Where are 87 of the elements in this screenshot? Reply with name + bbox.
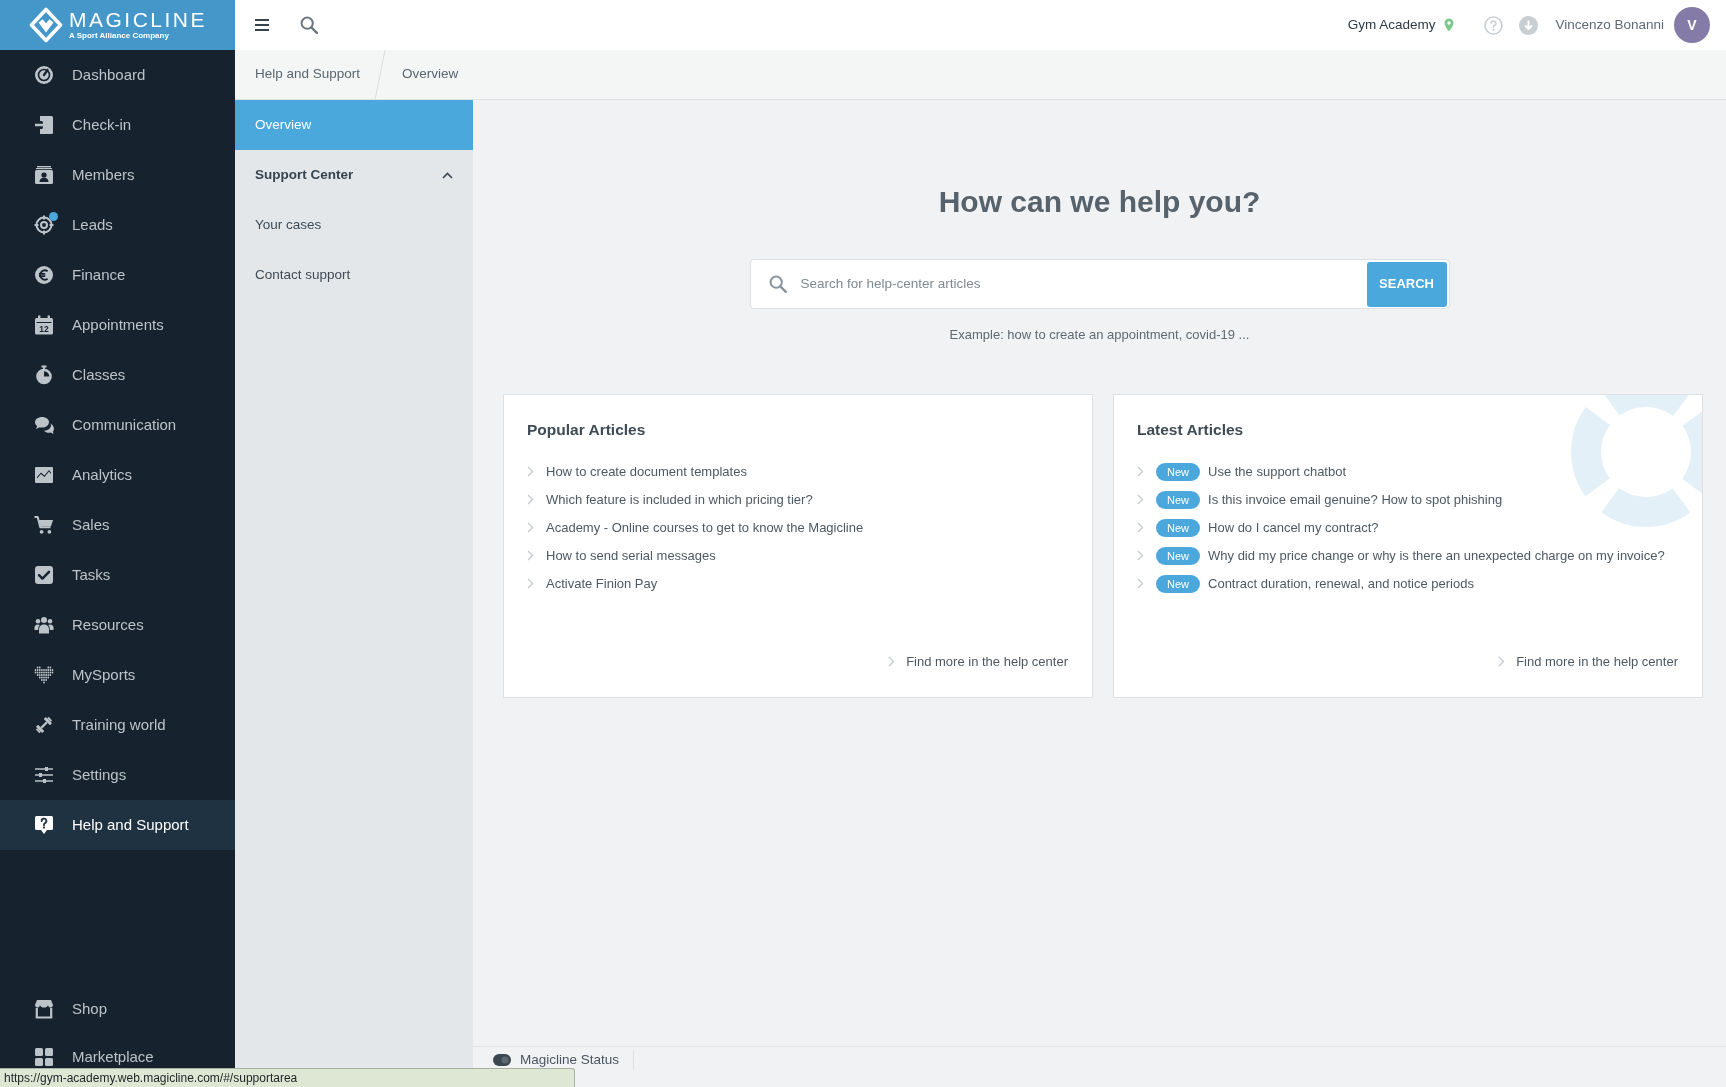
subnav-group-header[interactable]: Support Center (235, 150, 473, 200)
check-square-icon (34, 565, 54, 585)
cart-icon (34, 515, 54, 535)
target-icon (34, 215, 54, 235)
chevron-right-icon (527, 466, 534, 477)
sidebar-item[interactable]: Check-in (0, 100, 235, 150)
search-icon (768, 275, 787, 293)
location-name[interactable]: Gym Academy (1347, 14, 1436, 36)
sidebar-item[interactable]: Dashboard (0, 50, 235, 100)
subnav-item[interactable]: Contact support (235, 250, 473, 300)
new-badge: New (1156, 518, 1200, 537)
new-badge: New (1156, 462, 1200, 481)
stopwatch-icon (34, 365, 54, 385)
brand-name: MAGICLINE (69, 9, 208, 31)
brand-tagline: A Sport Alliance Company (69, 31, 170, 41)
sidebar-item[interactable]: 12 Appointments (0, 300, 235, 350)
status-link[interactable]: Magicline Status (520, 1049, 620, 1071)
sidebar-item[interactable]: MySports (0, 650, 235, 700)
lifebuoy-icon (1570, 394, 1702, 527)
sidebar-item[interactable]: Communication (0, 400, 235, 450)
subnav-item[interactable]: Your cases (235, 200, 473, 250)
article-link[interactable]: Activate Finion Pay (546, 573, 658, 594)
sidebar-item[interactable]: Sales (0, 500, 235, 550)
location-pin-icon (1444, 18, 1455, 32)
sidebar-item[interactable]: Training world (0, 700, 235, 750)
article-link[interactable]: How to send serial messages (546, 545, 716, 566)
new-badge: New (1156, 546, 1200, 565)
toggle-icon (493, 1054, 511, 1066)
sidebar-item[interactable]: Finance (0, 250, 235, 300)
url-preview-tooltip: https://gym-academy.web.magicline.com/#/supportarea (0, 1068, 575, 1087)
chevron-right-icon (1137, 550, 1144, 561)
calendar-icon: 12 (34, 315, 54, 335)
article-link[interactable]: How to create document templates (546, 461, 747, 482)
person-card-icon (34, 165, 54, 185)
article-link[interactable]: Why did my price change or why is there an unexpected charge on my invoice? (1208, 545, 1665, 566)
article-link[interactable]: Contract duration, renewal, and notice periods (1208, 573, 1474, 594)
chevron-right-icon (527, 494, 534, 505)
sliders-icon (34, 765, 54, 785)
article-link[interactable]: How do I cancel my contract? (1208, 517, 1379, 538)
user-avatar[interactable]: V (1674, 7, 1710, 43)
sidebar-item[interactable]: Settings (0, 750, 235, 800)
breadcrumb-current: Overview (402, 65, 459, 84)
card-title: Latest Articles (1137, 419, 1244, 440)
chevron-right-icon (1137, 578, 1144, 589)
article-link[interactable]: Is this invoice email genuine? How to spot phishing (1208, 489, 1503, 510)
sidebar-item[interactable]: Tasks (0, 550, 235, 600)
chevron-right-icon (1137, 466, 1144, 477)
chevron-right-icon (888, 656, 896, 667)
help-center-link[interactable]: Find more in the help center (906, 651, 1068, 672)
search-icon[interactable] (300, 16, 318, 34)
euro-coin-icon (34, 265, 54, 285)
dotted-heart-icon (34, 665, 54, 685)
chevron-right-icon (1137, 494, 1144, 505)
user-name[interactable]: Vincenzo Bonanni (1555, 14, 1664, 36)
sidebar-item[interactable]: Leads (0, 200, 235, 250)
sidebar-item[interactable]: Analytics (0, 450, 235, 500)
article-link[interactable]: Academy - Online courses to get to know the Magicline (546, 517, 864, 538)
article-link[interactable]: Which feature is included in which pricing tier? (546, 489, 813, 510)
enter-arrow-icon (34, 115, 54, 135)
sidebar-item[interactable]: Classes (0, 350, 235, 400)
gauge-icon (34, 65, 54, 85)
sidebar-item[interactable]: Help and Support (0, 800, 235, 850)
logo-icon[interactable] (29, 7, 63, 43)
chevron-right-icon (527, 578, 534, 589)
question-bubble-icon (34, 815, 54, 835)
chat-bubbles-icon (34, 415, 54, 435)
help-center-link[interactable]: Find more in the help center (1516, 651, 1678, 672)
article-link[interactable]: Use the support chatbot (1208, 461, 1347, 482)
search-hint: Example: how to create an appointment, covid-19 ... (949, 326, 1250, 344)
chevron-right-icon (1498, 656, 1506, 667)
chevron-right-icon (527, 522, 534, 533)
sidebar-item[interactable]: Resources (0, 600, 235, 650)
sidebar-item[interactable]: Shop (0, 985, 235, 1033)
people-group-icon (34, 615, 54, 635)
grid-icon (34, 1047, 54, 1067)
area-chart-icon (34, 465, 54, 485)
card-title: Popular Articles (527, 419, 646, 440)
breadcrumb-link[interactable]: Help and Support (255, 64, 361, 85)
chevron-right-icon (527, 550, 534, 561)
new-badge: New (1156, 574, 1200, 593)
chevron-right-icon (1137, 522, 1144, 533)
menu-icon[interactable] (255, 19, 269, 31)
page-title: How can we help you? (938, 184, 1261, 220)
dumbbell-icon (34, 715, 54, 735)
new-badge: New (1156, 490, 1200, 509)
storefront-icon (34, 999, 54, 1019)
sidebar-item[interactable]: Members (0, 150, 235, 200)
